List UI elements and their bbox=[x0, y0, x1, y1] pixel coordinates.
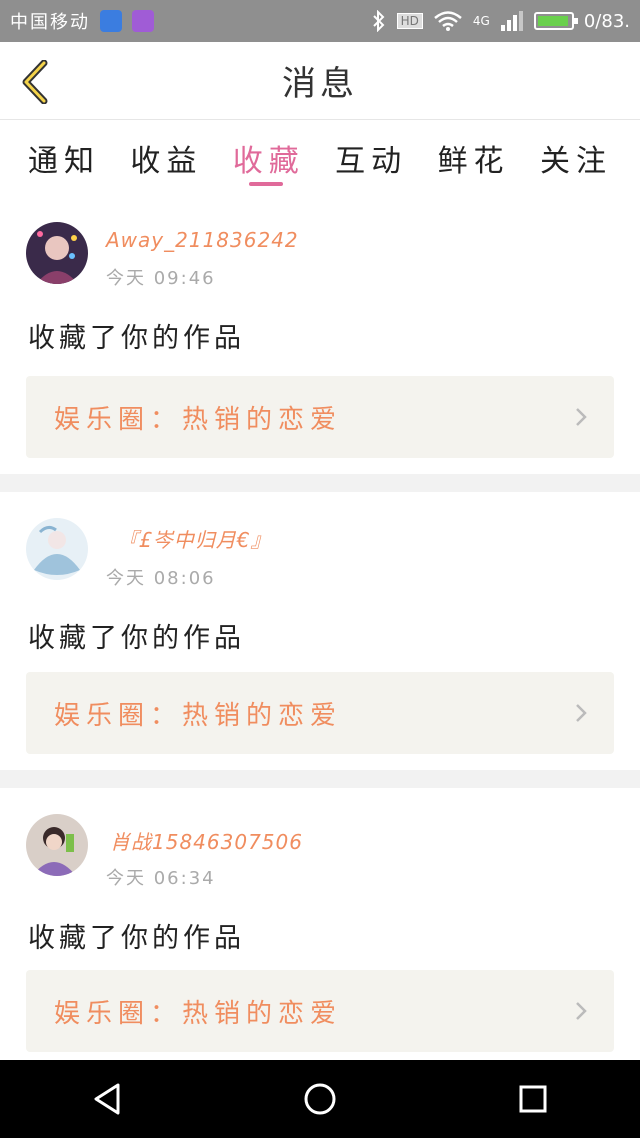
tab-earnings[interactable]: 收益 bbox=[130, 120, 202, 206]
nav-recents-button[interactable] bbox=[503, 1069, 563, 1129]
network-type-label: 4G bbox=[472, 14, 490, 28]
tab-favorites[interactable]: 收藏 bbox=[233, 120, 305, 206]
nav-back-button[interactable] bbox=[77, 1069, 137, 1129]
page-title: 消息 bbox=[282, 64, 358, 104]
status-right-text: 0/83. bbox=[583, 10, 630, 32]
tab-interactions[interactable]: 互动 bbox=[335, 120, 407, 206]
chevron-right-icon bbox=[576, 408, 587, 426]
battery-icon bbox=[533, 12, 578, 30]
list-item: 『£岑中归月€』 今天 08:06 收藏了你的作品 娱乐圈：热销的恋爱 bbox=[0, 492, 640, 770]
recents-square-icon bbox=[519, 1085, 547, 1113]
work-title: 娱乐圈：热销的恋爱 bbox=[54, 700, 343, 731]
chevron-right-icon bbox=[576, 704, 587, 722]
avatar[interactable] bbox=[26, 222, 88, 284]
gallery-notification-icon bbox=[132, 10, 154, 32]
work-link[interactable]: 娱乐圈：热销的恋爱 bbox=[26, 672, 614, 754]
action-text: 收藏了你的作品 bbox=[28, 323, 245, 354]
back-button[interactable] bbox=[18, 60, 52, 104]
action-text: 收藏了你的作品 bbox=[28, 923, 245, 954]
work-title: 娱乐圈：热销的恋爱 bbox=[54, 404, 343, 435]
timestamp: 今天 06:34 bbox=[106, 868, 216, 889]
username[interactable]: 肖战15846307506 bbox=[110, 826, 303, 855]
username[interactable]: 『£岑中归月€』 bbox=[118, 524, 271, 553]
timestamp: 今天 08:06 bbox=[106, 568, 216, 589]
app-notification-icon bbox=[100, 10, 122, 32]
title-bar: 消息 bbox=[0, 42, 640, 120]
tab-notifications[interactable]: 通知 bbox=[28, 120, 100, 206]
tab-flowers[interactable]: 鲜花 bbox=[438, 120, 510, 206]
status-bar: 中国移动 HD 4G 0/83. bbox=[0, 0, 640, 42]
back-arrow-icon bbox=[22, 60, 48, 104]
wifi-icon bbox=[434, 11, 462, 31]
timestamp: 今天 09:46 bbox=[106, 268, 216, 289]
home-circle-icon bbox=[304, 1083, 336, 1115]
chevron-right-icon bbox=[576, 1002, 587, 1020]
carrier-label: 中国移动 bbox=[10, 12, 90, 33]
back-triangle-icon bbox=[94, 1083, 120, 1115]
active-tab-indicator bbox=[248, 182, 283, 186]
action-text: 收藏了你的作品 bbox=[28, 623, 245, 654]
bluetooth-icon bbox=[372, 10, 385, 32]
work-title: 娱乐圈：热销的恋爱 bbox=[54, 998, 343, 1029]
system-nav-bar bbox=[0, 1060, 640, 1138]
work-link[interactable]: 娱乐圈：热销的恋爱 bbox=[26, 970, 614, 1052]
username[interactable]: Away_211836242 bbox=[106, 228, 299, 252]
nav-home-button[interactable] bbox=[290, 1069, 350, 1129]
hd-icon: HD bbox=[396, 13, 423, 29]
signal-icon bbox=[500, 11, 523, 31]
list-item: Away_211836242 今天 09:46 收藏了你的作品 娱乐圈：热销的恋… bbox=[0, 206, 640, 474]
list-item: 肖战15846307506 今天 06:34 收藏了你的作品 娱乐圈：热销的恋爱 bbox=[0, 788, 640, 1060]
work-link[interactable]: 娱乐圈：热销的恋爱 bbox=[26, 376, 614, 458]
tab-follows[interactable]: 关注 bbox=[540, 120, 612, 206]
message-tabs: 通知 收益 收藏 互动 鲜花 关注 bbox=[0, 120, 640, 206]
avatar[interactable] bbox=[26, 814, 88, 876]
avatar[interactable] bbox=[26, 518, 88, 580]
